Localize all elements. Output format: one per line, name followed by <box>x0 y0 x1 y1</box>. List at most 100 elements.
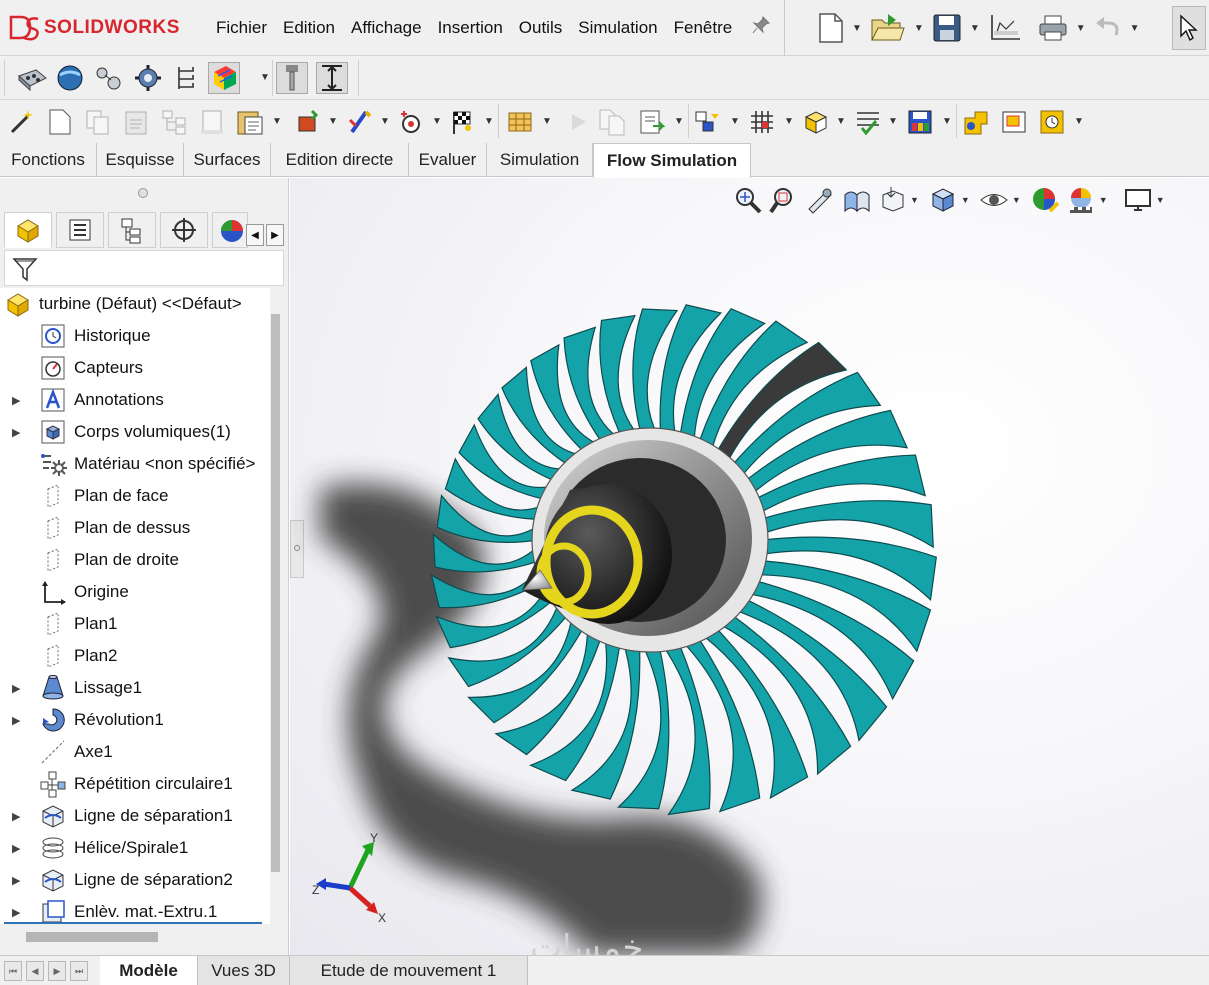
tab-property-manager[interactable] <box>56 212 104 248</box>
expand-arrow-icon[interactable]: ▶ <box>12 394 20 407</box>
undo-dropdown-icon[interactable]: ▼ <box>1130 23 1140 34</box>
checkered-flag-icon[interactable] <box>446 106 478 138</box>
report-icon[interactable] <box>636 106 668 138</box>
tree-item-plan-de-dessus[interactable]: Plan de dessus <box>0 512 270 544</box>
tab-edition-directe[interactable]: Edition directe <box>271 143 409 177</box>
new-dropdown-icon[interactable]: ▼ <box>852 23 862 34</box>
menu-edition[interactable]: Edition <box>275 16 343 40</box>
feature-dropdown-icon[interactable]: ▼ <box>328 116 338 127</box>
tree-item-ligne-de-separation1[interactable]: ▶ Ligne de séparation1 <box>0 800 270 832</box>
expand-arrow-icon[interactable]: ▶ <box>12 714 20 727</box>
target-icon[interactable] <box>396 106 428 138</box>
results-plot-icon[interactable] <box>316 62 348 94</box>
first-tab-icon[interactable]: ⏮ <box>4 961 22 981</box>
table-dropdown-icon[interactable]: ▼ <box>784 116 794 127</box>
menu-outils[interactable]: Outils <box>511 16 570 40</box>
clipboard-icon[interactable] <box>120 106 152 138</box>
mesh-dropdown-icon[interactable]: ▼ <box>260 72 270 83</box>
tree-vertical-scrollbar[interactable] <box>271 314 280 872</box>
options-icon[interactable] <box>988 8 1022 48</box>
clipboard-paste-icon[interactable] <box>234 106 266 138</box>
expand-arrow-icon[interactable]: ▶ <box>12 682 20 695</box>
tree-item-ligne-de-separation2[interactable]: ▶ Ligne de séparation2 <box>0 864 270 896</box>
paste-dropdown-icon[interactable]: ▼ <box>272 116 282 127</box>
save-color-icon[interactable] <box>904 106 936 138</box>
flow-openings-icon[interactable] <box>92 62 124 94</box>
flag-dropdown-icon[interactable]: ▼ <box>484 116 494 127</box>
hierarchy-icon[interactable] <box>158 106 190 138</box>
tree-rollback-bar[interactable] <box>4 922 262 924</box>
new-sketch-icon[interactable] <box>44 106 76 138</box>
copy-icon[interactable] <box>82 106 114 138</box>
tree-filter-bar[interactable] <box>4 250 284 286</box>
expand-arrow-icon[interactable]: ▶ <box>12 906 20 919</box>
tree-item-annotations[interactable]: ▶ Annotations <box>0 384 270 416</box>
tab-esquisse[interactable]: Esquisse <box>97 143 184 177</box>
grid-dropdown-icon[interactable]: ▼ <box>542 116 552 127</box>
next-tab-icon[interactable]: ▶ <box>48 961 66 981</box>
save-dropdown-icon[interactable]: ▼ <box>970 23 980 34</box>
menu-simulation[interactable]: Simulation <box>570 16 665 40</box>
options-box-dropdown-icon[interactable]: ▼ <box>1074 116 1084 127</box>
calculation-control-icon[interactable] <box>132 62 164 94</box>
tree-item-origine[interactable]: Origine <box>0 576 270 608</box>
report-dropdown-icon[interactable]: ▼ <box>674 116 684 127</box>
filter-icon[interactable] <box>11 255 39 283</box>
tree-item-revolution1[interactable]: ▶ Révolution1 <box>0 704 270 736</box>
tab-surfaces[interactable]: Surfaces <box>184 143 271 177</box>
turbine-3d-model[interactable] <box>290 178 1209 955</box>
expand-arrow-icon[interactable]: ▶ <box>12 426 20 439</box>
parameters-icon[interactable] <box>692 106 724 138</box>
table-grid-icon[interactable] <box>746 106 778 138</box>
tab-modele[interactable]: Modèle <box>100 956 198 985</box>
puzzle-icon[interactable] <box>960 106 992 138</box>
insert-feature-icon[interactable] <box>292 106 324 138</box>
tab-configuration-manager[interactable] <box>108 212 156 248</box>
component-control-icon[interactable] <box>170 62 202 94</box>
tree-item-plan1[interactable]: Plan1 <box>0 608 270 640</box>
graphics-area[interactable]: ▼ ▼ ▼ ▼ ▼ Y X Z خمسات <box>290 178 1209 955</box>
previous-tab-icon[interactable]: ◀ <box>26 961 44 981</box>
last-tab-icon[interactable]: ⏭ <box>70 961 88 981</box>
tree-item-corps-volumiques[interactable]: ▶ Corps volumiques(1) <box>0 416 270 448</box>
document-view-icon[interactable] <box>196 106 228 138</box>
tree-item-enlev-mat-extru1[interactable]: ▶ Enlèv. mat.-Extru.1 <box>0 896 270 924</box>
tree-item-plan-de-face[interactable]: Plan de face <box>0 480 270 512</box>
grid-box-icon[interactable] <box>504 106 536 138</box>
goals-icon[interactable] <box>276 62 308 94</box>
tabs-scroll-right-icon[interactable]: ▶ <box>266 224 284 246</box>
tree-item-repetition-circulaire1[interactable]: Répétition circulaire1 <box>0 768 270 800</box>
tab-evaluer[interactable]: Evaluer <box>409 143 487 177</box>
tab-vues-3d[interactable]: Vues 3D <box>198 956 290 985</box>
tree-item-historique[interactable]: Historique <box>0 320 270 352</box>
undo-icon[interactable] <box>1094 8 1122 48</box>
general-settings-icon[interactable] <box>54 62 86 94</box>
tabs-scroll-left-icon[interactable]: ◀ <box>246 224 264 246</box>
menu-affichage[interactable]: Affichage <box>343 16 430 40</box>
tree-item-lissage1[interactable]: ▶ Lissage1 <box>0 672 270 704</box>
open-document-icon[interactable] <box>870 8 906 48</box>
play-icon[interactable] <box>562 106 594 138</box>
tab-feature-manager[interactable] <box>4 212 52 248</box>
expand-arrow-icon[interactable]: ▶ <box>12 874 20 887</box>
save-icon[interactable] <box>932 8 962 48</box>
box-icon[interactable] <box>800 106 832 138</box>
checklist-dropdown-icon[interactable]: ▼ <box>888 116 898 127</box>
print-icon[interactable] <box>1038 8 1068 48</box>
copy-document-icon[interactable] <box>596 106 628 138</box>
magic-wand-icon[interactable] <box>6 106 38 138</box>
open-dropdown-icon[interactable]: ▼ <box>914 23 924 34</box>
menu-fenetre[interactable]: Fenêtre <box>666 16 741 40</box>
select-cursor-button[interactable] <box>1172 6 1206 50</box>
panel-collapse-handle[interactable] <box>138 188 148 198</box>
print-dropdown-icon[interactable]: ▼ <box>1076 23 1086 34</box>
tab-etude-de-mouvement[interactable]: Etude de mouvement 1 <box>290 956 528 985</box>
new-document-icon[interactable] <box>818 8 844 48</box>
tree-item-plan-de-droite[interactable]: Plan de droite <box>0 544 270 576</box>
expand-arrow-icon[interactable]: ▶ <box>12 810 20 823</box>
parameters-dropdown-icon[interactable]: ▼ <box>730 116 740 127</box>
tab-display-manager[interactable] <box>212 212 248 248</box>
save-color-dropdown-icon[interactable]: ▼ <box>942 116 952 127</box>
tab-fonctions[interactable]: Fonctions <box>0 143 97 177</box>
frame-icon[interactable] <box>998 106 1030 138</box>
